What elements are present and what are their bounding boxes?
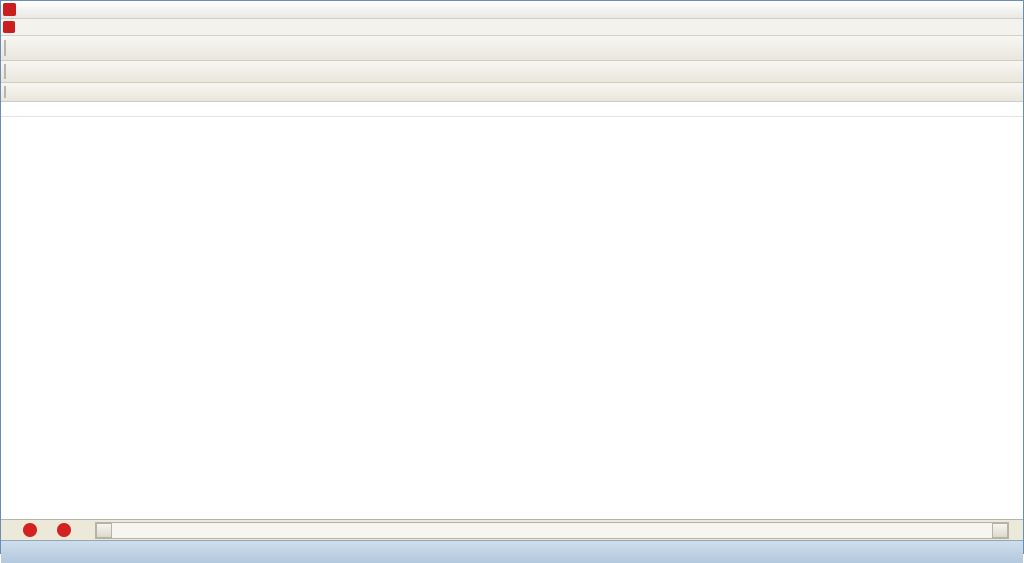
date-axis [1,102,1023,117]
draw-toolbar [1,83,1023,102]
scroll-right-button[interactable] [992,523,1008,538]
layout-grid-icon[interactable] [4,523,19,538]
app-logo-icon [3,3,16,16]
sz-index-icon[interactable] [57,523,71,537]
gann-quote-bar [1,540,1023,563]
title-bar [1,1,1023,19]
child-window-icon [3,21,15,33]
status-bar [1,519,1023,540]
scrollbar-trough[interactable] [112,524,992,537]
kline-chart-canvas[interactable] [1,117,1023,519]
sh-index-icon[interactable] [23,523,37,537]
main-toolbar [1,36,1023,61]
scroll-left-button[interactable] [96,523,112,538]
horizontal-scrollbar[interactable] [95,522,1009,539]
chart-toolbar [1,61,1023,83]
menu-bar [1,19,1023,36]
